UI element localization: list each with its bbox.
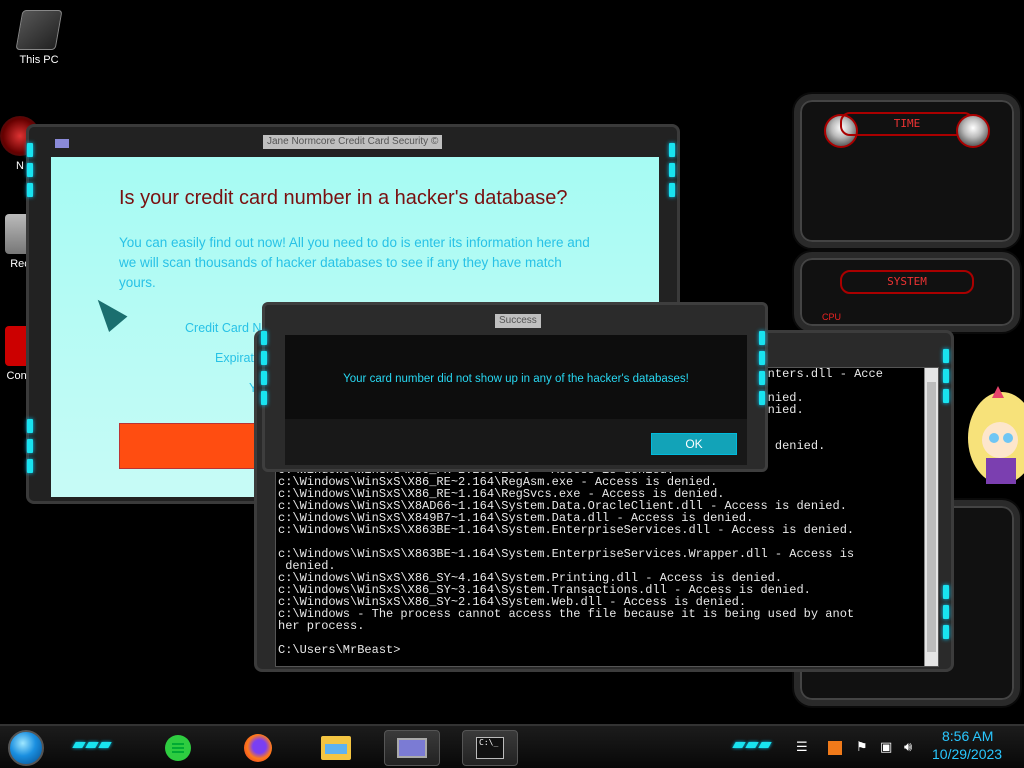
cyan-deco-taskbar <box>72 742 112 748</box>
start-button[interactable] <box>8 730 44 766</box>
scrollbar-thumb[interactable] <box>927 382 936 652</box>
cyan-deco-right <box>943 349 951 403</box>
success-dialog: Success Your card number did not show up… <box>261 302 768 472</box>
desktop-icon-label: This PC <box>19 54 59 66</box>
success-message: Your card number did not show up in any … <box>343 373 689 385</box>
card-app-icon <box>55 139 69 148</box>
cyan-deco-left <box>27 419 35 473</box>
command-prompt-icon: C:\_ <box>476 737 504 759</box>
console-line: c:\Windows\WinSxS\X863BE~1.164\System.En… <box>278 547 855 561</box>
cpu-label: CPU <box>822 312 842 322</box>
tray-app-icon[interactable] <box>828 741 842 755</box>
alien-logo-icon <box>956 114 990 148</box>
cyan-deco-right <box>669 143 677 197</box>
system-gadget-label: SYSTEM <box>840 270 974 294</box>
console-line: c:\Windows - The process cannot access t… <box>278 607 855 621</box>
firefox-icon <box>244 734 272 762</box>
expiration-label: Expirati <box>215 351 257 365</box>
taskbar-app-file-explorer[interactable] <box>316 730 356 766</box>
card-heading: Is your credit card number in a hacker's… <box>119 187 568 209</box>
cyan-deco-right <box>943 585 951 639</box>
volume-icon[interactable]: 🔊︎ <box>904 740 912 755</box>
action-center-flag-icon[interactable]: ⚑ <box>856 740 868 755</box>
credit-card-number-label: Credit Card N <box>185 321 262 335</box>
cyan-deco-left <box>27 143 35 197</box>
window-title: Jane Normcore Credit Card Security © <box>263 135 443 149</box>
show-hidden-icons-icon[interactable]: ☰ <box>796 740 808 755</box>
clock-time[interactable]: 8:56 AM <box>942 728 993 744</box>
system-gadget: SYSTEM CPU <box>794 252 1020 332</box>
taskbar-app-firefox[interactable] <box>238 730 278 766</box>
card-blurb: You can easily find out now! All you nee… <box>119 235 590 290</box>
console-scrollbar[interactable] <box>924 368 938 666</box>
taskbar-app-command-prompt[interactable]: C:\_ <box>462 730 518 766</box>
this-pc-icon <box>15 10 63 50</box>
cyan-deco-taskbar <box>732 742 772 748</box>
scan-button[interactable] <box>119 423 269 469</box>
notes-icon <box>165 735 191 761</box>
desktop-icon-label: N <box>16 160 24 172</box>
network-tray-icon[interactable]: ▣ <box>880 740 892 755</box>
time-gadget: TIME <box>794 94 1020 248</box>
dialog-message-area: Your card number did not show up in any … <box>285 335 747 419</box>
clock-date[interactable]: 10/29/2023 <box>932 746 1002 762</box>
taskbar: C:\_ ☰ ⚑ ▣ 🔊︎ <box>0 724 1024 768</box>
ok-button[interactable]: OK <box>651 433 737 455</box>
taskbar-app-notes[interactable] <box>158 730 198 766</box>
time-gadget-label: TIME <box>840 112 974 136</box>
dialog-title: Success <box>495 314 541 328</box>
desktop-icon-this-pc[interactable]: This PC <box>4 10 74 66</box>
file-explorer-icon <box>321 736 351 760</box>
console-line: C:\Users\MrBeast> <box>278 643 401 657</box>
console-line: c:\Windows\WinSxS\X863BE~1.164\System.En… <box>278 523 855 537</box>
cartoon-character-icon <box>968 386 1024 484</box>
cyan-deco-right <box>759 331 767 405</box>
taskbar-app-card-security[interactable] <box>384 730 440 766</box>
console-line: her process. <box>278 619 365 633</box>
cyan-deco-left <box>261 331 269 405</box>
card-security-icon <box>397 738 427 758</box>
